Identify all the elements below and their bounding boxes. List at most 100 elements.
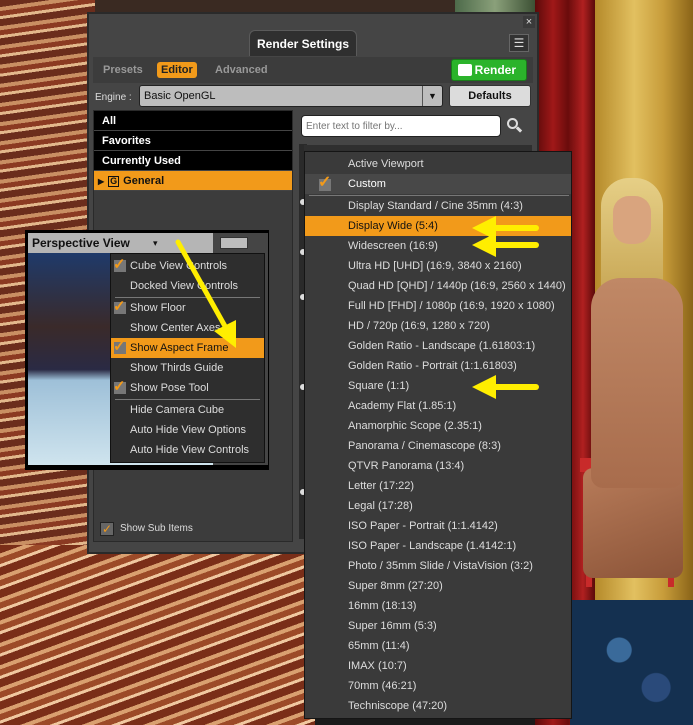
menu-item-docked-view-controls[interactable]: Docked View Controls — [111, 276, 264, 296]
checkmark-icon — [113, 297, 127, 317]
show-sub-items-label: Show Sub Items — [120, 523, 193, 534]
aspect-item-full-hd[interactable]: Full HD [FHD] / 1080p (16:9, 1920 x 1080… — [305, 296, 571, 316]
aspect-item-letter[interactable]: Letter (17:22) — [305, 476, 571, 496]
group-favorites[interactable]: Favorites — [94, 131, 292, 151]
menu-item-label: Hide Camera Cube — [130, 404, 225, 416]
aspect-item-label: Square (1:1) — [348, 380, 410, 392]
aspect-item-label: Photo / 35mm Slide / VistaVision (3:2) — [348, 560, 533, 572]
tab-presets[interactable]: Presets — [99, 62, 147, 78]
aspect-item-iso-portrait[interactable]: ISO Paper - Portrait (1:1.4142) — [305, 516, 571, 536]
aspect-item-ultra-hd[interactable]: Ultra HD [UHD] (16:9, 3840 x 2160) — [305, 256, 571, 276]
aspect-item-label: 65mm (11:4) — [348, 640, 410, 652]
aspect-item-label: Display Wide (5:4) — [348, 220, 438, 232]
aspect-item-label: HD / 720p (16:9, 1280 x 720) — [348, 320, 490, 332]
group-icon: G — [108, 176, 120, 187]
menu-item-auto-hide-view-options[interactable]: Auto Hide View Options — [111, 420, 264, 440]
menu-item-cube-view-controls[interactable]: Cube View Controls — [111, 255, 264, 276]
aspect-item-label: Anamorphic Scope (2.35:1) — [348, 420, 482, 432]
filter-input[interactable] — [301, 115, 501, 137]
close-button[interactable]: × — [523, 16, 535, 28]
view-options-menu: Cube View Controls Docked View Controls … — [110, 253, 265, 463]
chevron-down-icon: ▼ — [422, 86, 442, 106]
menu-item-label: Show Center Axes — [130, 322, 221, 334]
checkmark-icon — [317, 173, 335, 193]
aspect-item-super-8mm[interactable]: Super 8mm (27:20) — [305, 576, 571, 596]
menu-item-show-thirds-guide[interactable]: Show Thirds Guide — [111, 358, 264, 378]
aspect-item-16mm[interactable]: 16mm (18:13) — [305, 596, 571, 616]
aspect-item-golden-portrait[interactable]: Golden Ratio - Portrait (1:1.61803) — [305, 356, 571, 376]
aspect-item-custom[interactable]: Custom — [305, 173, 571, 194]
aspect-item-iso-landscape[interactable]: ISO Paper - Landscape (1.4142:1) — [305, 536, 571, 556]
aspect-item-label: Ultra HD [UHD] (16:9, 3840 x 2160) — [348, 260, 522, 272]
checkmark-icon — [113, 255, 127, 275]
aspect-item-active-viewport[interactable]: Active Viewport — [305, 154, 571, 174]
menu-item-show-pose-tool[interactable]: Show Pose Tool — [111, 377, 264, 398]
group-general-label: General — [123, 175, 165, 187]
menu-item-label: Show Aspect Frame — [130, 342, 229, 354]
engine-label: Engine : — [95, 92, 132, 103]
aspect-item-label: Panorama / Cinemascope (8:3) — [348, 440, 501, 452]
menu-item-show-center-axes[interactable]: Show Center Axes — [111, 318, 264, 338]
aspect-item-square[interactable]: Square (1:1) — [305, 376, 571, 396]
search-icon[interactable] — [507, 118, 523, 134]
aspect-item-hd-720p[interactable]: HD / 720p (16:9, 1280 x 720) — [305, 316, 571, 336]
aspect-item-65mm[interactable]: 65mm (11:4) — [305, 636, 571, 656]
menu-item-auto-hide-view-controls[interactable]: Auto Hide View Controls — [111, 440, 264, 460]
camera-icon — [458, 64, 472, 76]
aspect-item-panorama-cinemascope[interactable]: Panorama / Cinemascope (8:3) — [305, 436, 571, 456]
viewport-dropdown-icon[interactable]: ▾ — [153, 238, 163, 248]
aspect-item-label: ISO Paper - Landscape (1.4142:1) — [348, 540, 517, 552]
aspect-item-super-16mm[interactable]: Super 16mm (5:3) — [305, 616, 571, 636]
defaults-button[interactable]: Defaults — [449, 85, 531, 107]
show-sub-items-checkbox[interactable]: ✓ Show Sub Items — [100, 521, 193, 537]
aspect-item-label: Super 8mm (27:20) — [348, 580, 443, 592]
aspect-item-techniscope[interactable]: Techniscope (47:20) — [305, 696, 571, 716]
aspect-item-label: Quad HD [QHD] / 1440p (16:9, 2560 x 1440… — [348, 280, 566, 292]
viewport-title[interactable]: Perspective View — [32, 236, 130, 250]
aspect-item-imax[interactable]: IMAX (10:7) — [305, 656, 571, 676]
group-currently-used[interactable]: Currently Used — [94, 151, 292, 171]
tab-advanced[interactable]: Advanced — [211, 62, 272, 78]
menu-item-label: Cube View Controls — [130, 260, 228, 272]
menu-item-show-floor[interactable]: Show Floor — [111, 297, 264, 318]
aspect-item-label: Letter (17:22) — [348, 480, 415, 492]
menu-item-label: Show Pose Tool — [130, 382, 209, 394]
aspect-item-anamorphic-scope[interactable]: Anamorphic Scope (2.35:1) — [305, 416, 571, 436]
render-button[interactable]: Render — [451, 59, 527, 81]
aspect-item-label: Legal (17:28) — [348, 500, 413, 512]
tab-editor[interactable]: Editor — [157, 62, 197, 78]
blue-carpet — [570, 600, 693, 725]
expand-triangle-icon: ▶ — [98, 177, 105, 186]
seated-figure — [583, 178, 688, 578]
aspect-item-display-standard[interactable]: Display Standard / Cine 35mm (4:3) — [305, 196, 571, 216]
aspect-item-label: Techniscope (47:20) — [348, 700, 448, 712]
group-general[interactable]: ▶ G General — [94, 171, 292, 191]
aspect-item-label: IMAX (10:7) — [348, 660, 407, 672]
aspect-item-academy-flat[interactable]: Academy Flat (1.85:1) — [305, 396, 571, 416]
aspect-item-label: ISO Paper - Portrait (1:1.4142) — [348, 520, 498, 532]
aspect-item-label: Active Viewport — [348, 158, 424, 170]
aspect-item-label: 70mm (46:21) — [348, 680, 417, 692]
aspect-item-label: Full HD [FHD] / 1080p (16:9, 1920 x 1080… — [348, 300, 555, 312]
aspect-item-quad-hd[interactable]: Quad HD [QHD] / 1440p (16:9, 2560 x 1440… — [305, 276, 571, 296]
aspect-item-qtvr-panorama[interactable]: QTVR Panorama (13:4) — [305, 456, 571, 476]
pane-tab-render-settings[interactable]: Render Settings — [249, 30, 357, 56]
aspect-item-label: 16mm (18:13) — [348, 600, 417, 612]
aspect-item-widescreen[interactable]: Widescreen (16:9) — [305, 236, 571, 256]
aspect-item-70mm[interactable]: 70mm (46:21) — [305, 676, 571, 696]
menu-item-hide-camera-cube[interactable]: Hide Camera Cube — [111, 400, 264, 420]
aspect-item-photo-35mm[interactable]: Photo / 35mm Slide / VistaVision (3:2) — [305, 556, 571, 576]
aspect-item-label: Widescreen (16:9) — [348, 240, 438, 252]
engine-select[interactable]: Basic OpenGL ▼ — [139, 85, 443, 107]
aspect-item-golden-landscape[interactable]: Golden Ratio - Landscape (1.61803:1) — [305, 336, 571, 356]
menu-item-label: Auto Hide View Options — [130, 424, 246, 436]
menu-item-show-aspect-frame[interactable]: Show Aspect Frame — [111, 337, 264, 358]
aspect-item-display-wide[interactable]: Display Wide (5:4) — [305, 216, 571, 236]
aspect-item-legal[interactable]: Legal (17:28) — [305, 496, 571, 516]
engine-value: Basic OpenGL — [144, 90, 216, 102]
pane-menu-icon[interactable]: ☰ — [509, 34, 529, 52]
striped-curtain-bottom — [0, 545, 315, 725]
aspect-item-label: Custom — [348, 178, 386, 190]
group-all[interactable]: All — [94, 111, 292, 131]
viewport-side-button[interactable] — [220, 237, 248, 249]
